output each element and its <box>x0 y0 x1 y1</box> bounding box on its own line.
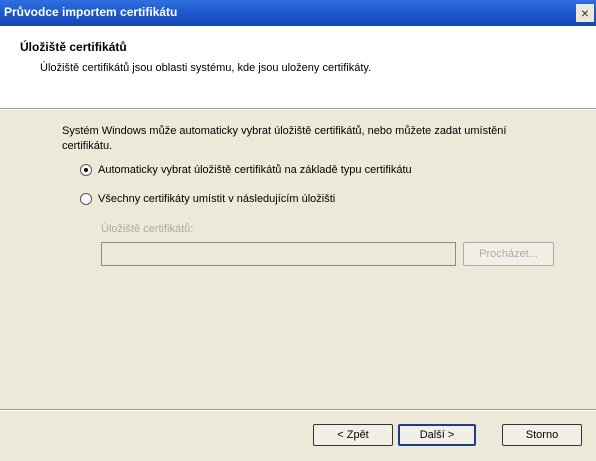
header-divider <box>0 108 596 110</box>
radio-button-manual[interactable] <box>80 193 92 205</box>
close-icon[interactable]: × <box>576 4 594 22</box>
title-bar[interactable]: Průvodce importem certifikátu × <box>0 0 596 26</box>
radio-auto-select[interactable]: Automaticky vybrat úložiště certifikátů … <box>80 164 412 176</box>
import-wizard-window: Průvodce importem certifikátu × Úložiště… <box>0 0 596 461</box>
window-title: Průvodce importem certifikátu <box>4 5 178 19</box>
browse-button: Procházet... <box>463 242 554 266</box>
store-field <box>101 242 456 266</box>
radio-manual-label[interactable]: Všechny certifikáty umístit v následujíc… <box>98 193 335 205</box>
radio-manual-store[interactable]: Všechny certifikáty umístit v následujíc… <box>80 193 335 205</box>
page-description: Úložiště certifikátů jsou oblasti systém… <box>40 62 372 74</box>
next-button[interactable]: Další > <box>398 424 476 446</box>
radio-button-auto[interactable] <box>80 164 92 176</box>
back-button[interactable]: < Zpět <box>313 424 393 446</box>
wizard-header: Úložiště certifikátů Úložiště certifikát… <box>0 26 596 108</box>
radio-auto-label[interactable]: Automaticky vybrat úložiště certifikátů … <box>98 164 412 176</box>
store-field-label: Úložiště certifikátů: <box>101 223 194 235</box>
footer-divider <box>0 409 596 411</box>
intro-text: Systém Windows může automaticky vybrat ú… <box>62 125 507 152</box>
page-title: Úložiště certifikátů <box>20 40 127 54</box>
cancel-button[interactable]: Storno <box>502 424 582 446</box>
